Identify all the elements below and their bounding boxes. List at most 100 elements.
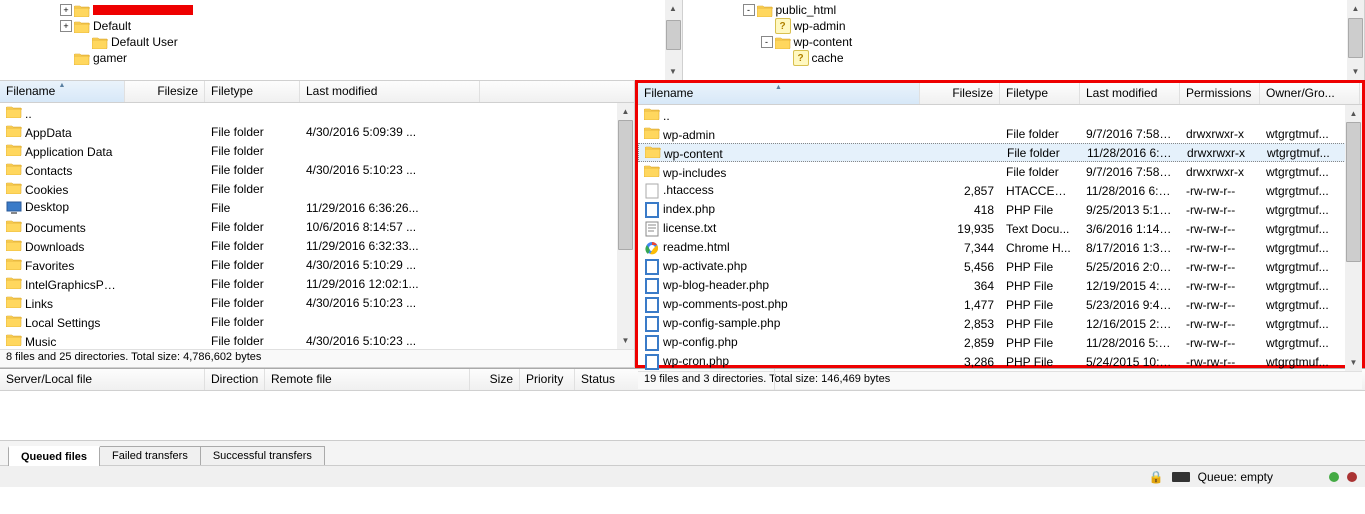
file-cell-size: 19,935: [920, 222, 1000, 236]
column-header[interactable]: ▲Filename: [638, 83, 920, 104]
folder-icon: [775, 36, 791, 49]
tree-item[interactable]: ?cache: [743, 50, 1365, 66]
file-cell-perm: -rw-rw-r--: [1180, 317, 1260, 331]
scroll-up-icon[interactable]: ▲: [1345, 105, 1362, 122]
file-row[interactable]: wp-activate.php5,456PHP File5/25/2016 2:…: [638, 257, 1362, 276]
column-label: Filesize: [157, 84, 198, 98]
file-cell-mod: 9/7/2016 7:58:5...: [1080, 165, 1180, 179]
tab-successful-transfers[interactable]: Successful transfers: [200, 446, 325, 465]
scrollbar[interactable]: ▲ ▼: [1347, 0, 1364, 80]
file-row[interactable]: MusicFile folder4/30/2016 5:10:23 ...: [0, 331, 634, 349]
scrollbar[interactable]: ▲ ▼: [665, 0, 682, 80]
file-row[interactable]: .htaccess2,857HTACCESS...11/28/2016 6:0.…: [638, 181, 1362, 200]
file-row[interactable]: wp-comments-post.php1,477PHP File5/23/20…: [638, 295, 1362, 314]
file-cell-mod: 5/24/2015 10:2...: [1080, 355, 1180, 369]
file-row[interactable]: Local SettingsFile folder: [0, 312, 634, 331]
column-header[interactable]: Remote file: [265, 369, 470, 390]
file-row[interactable]: ContactsFile folder4/30/2016 5:10:23 ...: [0, 160, 634, 179]
file-row[interactable]: wp-contentFile folder11/28/2016 6:0...dr…: [638, 143, 1362, 162]
remote-file-list[interactable]: ..wp-adminFile folder9/7/2016 7:58:5...d…: [638, 105, 1362, 371]
column-header[interactable]: Filetype: [1000, 83, 1080, 104]
column-header[interactable]: Last modified: [300, 81, 480, 102]
column-header[interactable]: Filesize: [920, 83, 1000, 104]
file-row[interactable]: CookiesFile folder: [0, 179, 634, 198]
chip-icon: [1172, 472, 1190, 482]
local-tree-pane[interactable]: ++DefaultDefault Usergamer ▲ ▼: [0, 0, 683, 80]
file-row[interactable]: wp-config.php2,859PHP File11/28/2016 5:5…: [638, 333, 1362, 352]
tree-item[interactable]: -wp-content: [743, 34, 1365, 50]
scroll-down-icon[interactable]: ▼: [1347, 63, 1364, 80]
column-header[interactable]: Last modified: [1080, 83, 1180, 104]
sort-arrow-icon: ▲: [775, 84, 782, 91]
scroll-thumb[interactable]: [1348, 18, 1363, 58]
file-row[interactable]: ..: [638, 105, 1362, 124]
file-row[interactable]: FavoritesFile folder4/30/2016 5:10:29 ..…: [0, 255, 634, 274]
scroll-thumb[interactable]: [618, 120, 633, 250]
column-header[interactable]: Owner/Gro...: [1260, 83, 1360, 104]
column-header[interactable]: Status: [575, 369, 775, 390]
column-header[interactable]: Server/Local file: [0, 369, 205, 390]
file-cell-perm: -rw-rw-r--: [1180, 355, 1260, 369]
file-cell-name: wp-admin: [638, 126, 920, 142]
file-cell-perm: -rw-rw-r--: [1180, 203, 1260, 217]
file-row[interactable]: wp-includesFile folder9/7/2016 7:58:5...…: [638, 162, 1362, 181]
column-header[interactable]: Size: [470, 369, 520, 390]
tree-expand-icon[interactable]: -: [743, 4, 755, 16]
tree-item[interactable]: +Default: [60, 18, 682, 34]
local-file-list[interactable]: ..AppDataFile folder4/30/2016 5:09:39 ..…: [0, 103, 634, 349]
tree-item[interactable]: ?wp-admin: [743, 18, 1365, 34]
file-cell-size: 2,857: [920, 184, 1000, 198]
file-cell-type: HTACCESS...: [1000, 184, 1080, 198]
file-cell-name: Contacts: [0, 162, 125, 178]
file-row[interactable]: ..: [0, 103, 634, 122]
file-row[interactable]: index.php418PHP File9/25/2013 5:18:...-r…: [638, 200, 1362, 219]
tree-item[interactable]: gamer: [60, 50, 682, 66]
tree-expand-icon[interactable]: +: [60, 20, 72, 32]
tree-item[interactable]: -public_html: [743, 2, 1365, 18]
file-cell-type: File folder: [205, 163, 300, 177]
tree-expand-icon[interactable]: +: [60, 4, 72, 16]
folder-icon: [6, 276, 22, 289]
scroll-down-icon[interactable]: ▼: [1345, 354, 1362, 371]
tab-queued-files[interactable]: Queued files: [8, 446, 100, 466]
file-row[interactable]: wp-adminFile folder9/7/2016 7:58:5...drw…: [638, 124, 1362, 143]
scroll-thumb[interactable]: [666, 20, 681, 50]
scrollbar[interactable]: ▲ ▼: [1345, 105, 1362, 371]
file-row[interactable]: LinksFile folder4/30/2016 5:10:23 ...: [0, 293, 634, 312]
scroll-thumb[interactable]: [1346, 122, 1361, 262]
scroll-up-icon[interactable]: ▲: [1347, 0, 1364, 17]
file-cell-name: wp-config-sample.php: [638, 316, 920, 332]
tree-item[interactable]: +: [60, 2, 682, 18]
scroll-down-icon[interactable]: ▼: [617, 332, 634, 349]
tree-item[interactable]: Default User: [60, 34, 682, 50]
remote-tree-pane[interactable]: -public_html?wp-admin-wp-content?cache ▲…: [683, 0, 1365, 80]
file-row[interactable]: DesktopFile11/29/2016 6:36:26...: [0, 198, 634, 217]
folder-icon: [6, 181, 22, 194]
column-header[interactable]: Priority: [520, 369, 575, 390]
column-header[interactable]: ▲Filename: [0, 81, 125, 102]
column-header[interactable]: Direction: [205, 369, 265, 390]
tab-failed-transfers[interactable]: Failed transfers: [99, 446, 201, 465]
file-row[interactable]: DocumentsFile folder10/6/2016 8:14:57 ..…: [0, 217, 634, 236]
file-cell-name: ..: [0, 105, 125, 121]
scroll-up-icon[interactable]: ▲: [617, 103, 634, 120]
column-header[interactable]: Permissions: [1180, 83, 1260, 104]
file-row[interactable]: AppDataFile folder4/30/2016 5:09:39 ...: [0, 122, 634, 141]
file-row[interactable]: license.txt19,935Text Docu...3/6/2016 1:…: [638, 219, 1362, 238]
scroll-up-icon[interactable]: ▲: [665, 0, 682, 17]
column-header[interactable]: Filetype: [205, 81, 300, 102]
queue-body[interactable]: [0, 391, 1365, 440]
tree-expand-icon[interactable]: -: [761, 36, 773, 48]
file-row[interactable]: DownloadsFile folder11/29/2016 6:32:33..…: [0, 236, 634, 255]
text-file-icon: [644, 221, 660, 237]
folder-icon: [6, 314, 22, 327]
file-row[interactable]: IntelGraphicsPro...File folder11/29/2016…: [0, 274, 634, 293]
column-header[interactable]: Filesize: [125, 81, 205, 102]
php-file-icon: [644, 202, 660, 218]
file-row[interactable]: readme.html7,344Chrome H...8/17/2016 1:3…: [638, 238, 1362, 257]
scroll-down-icon[interactable]: ▼: [665, 63, 682, 80]
file-row[interactable]: wp-config-sample.php2,853PHP File12/16/2…: [638, 314, 1362, 333]
file-row[interactable]: Application DataFile folder: [0, 141, 634, 160]
file-row[interactable]: wp-blog-header.php364PHP File12/19/2015 …: [638, 276, 1362, 295]
scrollbar[interactable]: ▲ ▼: [617, 103, 634, 349]
